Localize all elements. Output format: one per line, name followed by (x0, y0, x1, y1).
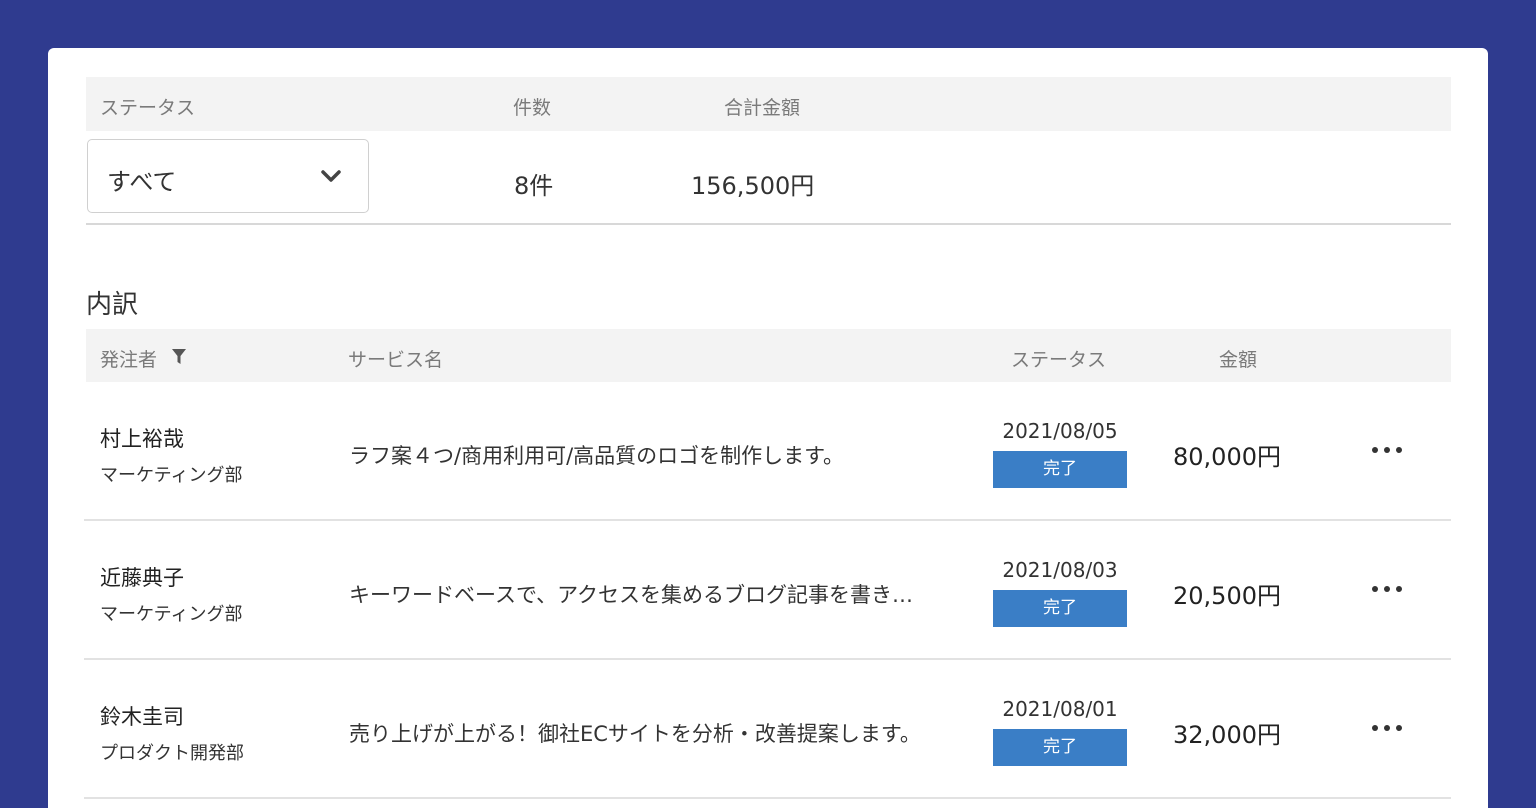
summary-total-label: 合計金額 (724, 97, 801, 119)
summary-count-label: 件数 (513, 97, 552, 119)
status-badge: 完了 (993, 451, 1127, 488)
summary-header: ステータス 件数 合計金額 (86, 77, 1451, 131)
table-row: 村上裕哉 マーケティング部 ラフ案４つ/商用利用可/高品質のロゴを制作します。 … (84, 382, 1451, 521)
more-options-icon[interactable] (1367, 439, 1407, 461)
column-header-orderer: 発注者 (100, 349, 158, 371)
breakdown-title: 内訳 (86, 290, 139, 320)
summary-total-value: 156,500円 (691, 172, 815, 200)
summary-count-value: 8件 (514, 172, 554, 200)
service-name: ラフ案４つ/商用利用可/高品質のロゴを制作します。 (349, 444, 845, 468)
table-row: 近藤典子 マーケティング部 キーワードベースで、アクセスを集めるブログ記事を書き… (84, 521, 1451, 660)
service-name: キーワードベースで、アクセスを集めるブログ記事を書き… (349, 583, 914, 607)
orderer-name: 近藤典子 (100, 566, 184, 590)
more-options-icon[interactable] (1367, 578, 1407, 600)
column-header-status: ステータス (1011, 349, 1107, 371)
orderer-name: 村上裕哉 (100, 427, 184, 451)
column-header-service: サービス名 (348, 349, 444, 371)
service-name: 売り上げが上がる！御社ECサイトを分析・改善提案します。 (349, 722, 921, 746)
chevron-down-icon (321, 170, 341, 182)
amount: 80,000円 (1173, 443, 1281, 471)
orderer-department: プロダクト開発部 (100, 743, 244, 764)
status-date: 2021/08/05 (1002, 419, 1118, 443)
table-row: 鈴木圭司 プロダクト開発部 売り上げが上がる！御社ECサイトを分析・改善提案しま… (84, 660, 1451, 799)
status-select-value: すべて (107, 168, 177, 196)
status-select[interactable]: すべて (87, 139, 369, 213)
more-options-icon[interactable] (1367, 717, 1407, 739)
amount: 20,500円 (1173, 582, 1281, 610)
orderer-name: 鈴木圭司 (100, 705, 184, 729)
content-panel: ステータス 件数 合計金額 すべて 8件 156,500円 内訳 発注者 サービ… (48, 48, 1488, 808)
status-date: 2021/08/01 (1002, 697, 1118, 721)
orderer-department: マーケティング部 (100, 604, 243, 625)
breakdown-table-header: 発注者 サービス名 ステータス 金額 (86, 329, 1451, 382)
summary-status-label: ステータス (100, 97, 196, 119)
summary-divider (86, 223, 1451, 225)
status-badge: 完了 (993, 590, 1127, 627)
column-header-amount: 金額 (1219, 349, 1258, 371)
status-badge: 完了 (993, 729, 1127, 766)
orderer-department: マーケティング部 (100, 465, 243, 486)
status-date: 2021/08/03 (1002, 558, 1118, 582)
amount: 32,000円 (1173, 721, 1281, 749)
filter-icon[interactable] (172, 349, 186, 364)
